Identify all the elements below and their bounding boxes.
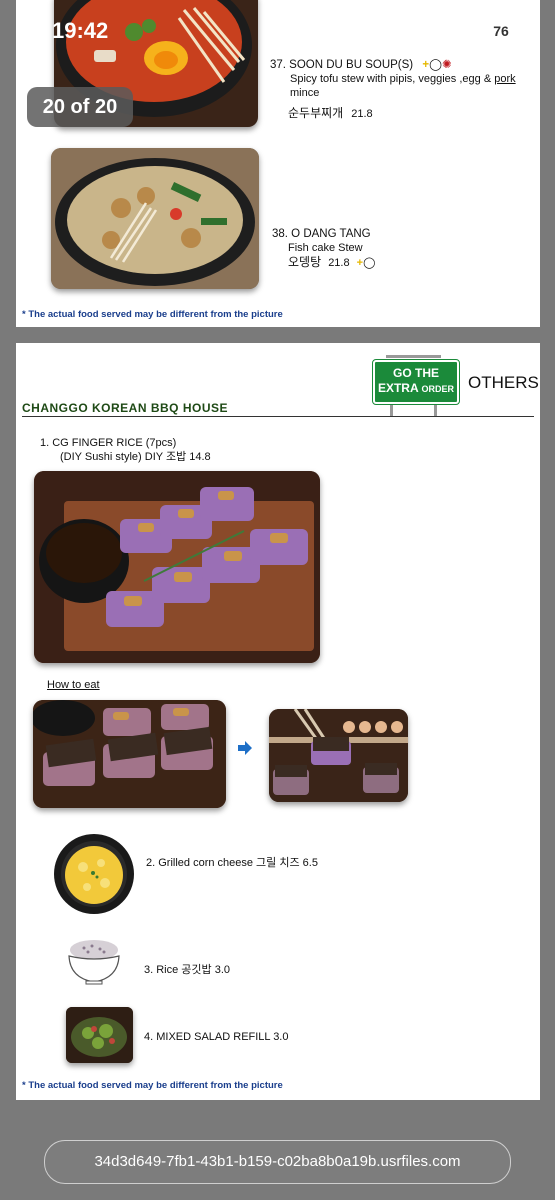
sign-post-top <box>386 355 441 358</box>
item-38-title: 38. O DANG TANG <box>272 228 371 240</box>
finger-rice-title: 1. CG FINGER RICE (7pcs) <box>40 437 177 449</box>
menu-item-38: 38. O DANG TANG Fish cake Stew 오뎅탕 21.8 … <box>272 227 472 270</box>
disclaimer-text: * The actual food served may be differen… <box>22 1080 283 1091</box>
arrow-right-icon <box>238 741 252 760</box>
menu-item-rice: 3. Rice 공깃밥 3.0 <box>144 964 230 976</box>
url-bar[interactable]: 34d3d649-7fb1-43b1-b159-c02ba8b0a19b.usr… <box>44 1140 511 1184</box>
sign-line-2: EXTRA <box>377 381 419 395</box>
how-to-eat-step-1-photo <box>33 700 226 808</box>
sign-line-1: GO THE <box>392 366 439 380</box>
menu-item-corn-cheese: 2. Grilled corn cheese 그릴 치즈 6.5 <box>146 857 318 869</box>
go-the-extra-order-sign: GO THE EXTRA ORDER <box>372 359 460 405</box>
status-bar: 19:42 5G 76 <box>0 0 555 62</box>
rice-bowl-icon: ◯ <box>363 257 376 269</box>
page-counter-badge: 20 of 20 <box>27 87 133 127</box>
sign-line-3: ORDER <box>421 384 455 394</box>
item-38-korean: 오뎅탕 <box>288 255 322 269</box>
header-divider <box>22 416 534 417</box>
menu-item-finger-rice: 1. CG FINGER RICE (7pcs) (DIY Sushi styl… <box>40 436 211 464</box>
item-37-price: 21.8 <box>351 108 373 120</box>
disclaimer-text: * The actual food served may be differen… <box>22 309 283 320</box>
battery-icon: 76 <box>484 22 518 41</box>
item-37-desc-pork: pork <box>494 73 516 85</box>
item-38-price: 21.8 <box>328 257 350 269</box>
menu-page-2: GO THE EXTRA ORDER OTHERS CHANGGO KOREAN… <box>16 343 540 1100</box>
how-to-eat-link[interactable]: How to eat <box>47 679 100 691</box>
finger-rice-photo <box>34 471 320 663</box>
menu-item-mixed-salad: 4. MIXED SALAD REFILL 3.0 <box>144 1031 289 1043</box>
item-37-korean: 순두부찌개 <box>288 106 344 120</box>
restaurant-brand: CHANGGO KOREAN BBQ HOUSE <box>22 401 229 415</box>
finger-rice-desc: (DIY Sushi style) DIY 조밥 14.8 <box>60 451 211 463</box>
network-type: 5G <box>453 20 479 41</box>
o-dang-tang-photo <box>51 148 259 289</box>
item-37-desc-2: mince <box>290 87 320 99</box>
menu-item-37: 37. SOON DU BU SOUP(S) +◯✺ Spicy tofu st… <box>270 58 538 121</box>
cellular-signal-icon <box>420 22 448 40</box>
item-38-desc: Fish cake Stew <box>288 242 363 254</box>
item-37-desc: Spicy tofu stew with pipis, veggies ,egg… <box>290 73 495 85</box>
rice-bowl-icon <box>66 938 122 991</box>
corn-cheese-photo <box>53 833 135 920</box>
how-to-eat-step-2-photo <box>269 709 408 802</box>
clock: 19:42 <box>52 18 109 43</box>
mixed-salad-photo <box>66 1007 133 1063</box>
section-title: OTHERS <box>468 373 539 392</box>
